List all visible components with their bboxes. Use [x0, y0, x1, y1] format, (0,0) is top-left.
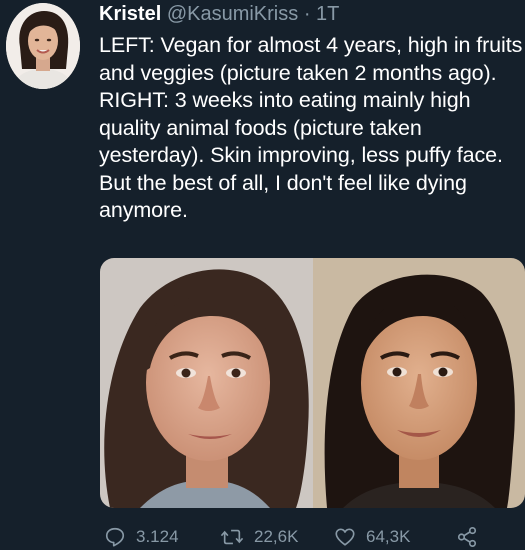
tweet-actions: 3.124 22,6K 64,3K [100, 524, 525, 550]
share-button[interactable] [456, 524, 488, 550]
display-name[interactable]: Kristel [99, 3, 161, 25]
reply-icon [105, 527, 125, 547]
tweet-media[interactable] [100, 258, 525, 508]
retweet-icon [220, 529, 244, 545]
photo-right[interactable] [313, 258, 525, 508]
photo-left[interactable] [100, 258, 313, 508]
separator: · [303, 3, 311, 25]
share-icon [457, 527, 477, 547]
avatar[interactable] [6, 3, 80, 89]
like-count: 64,3K [366, 527, 411, 546]
tweet-text: LEFT: Vegan for almost 4 years, high in … [99, 33, 523, 222]
reply-button[interactable]: 3.124 [104, 524, 179, 550]
tweet-header: Kristel @KasumiKriss · 1T [99, 2, 339, 26]
retweet-button[interactable]: 22,6K [220, 524, 298, 550]
tweet[interactable]: Kristel @KasumiKriss · 1T LEFT: Vegan fo… [0, 0, 525, 550]
retweet-count: 22,6K [254, 527, 299, 546]
timestamp[interactable]: 1T [316, 3, 339, 25]
user-handle[interactable]: @KasumiKriss [167, 3, 298, 25]
like-button[interactable]: 64,3K [334, 524, 410, 550]
reply-count: 3.124 [136, 527, 179, 546]
heart-icon [335, 528, 355, 546]
